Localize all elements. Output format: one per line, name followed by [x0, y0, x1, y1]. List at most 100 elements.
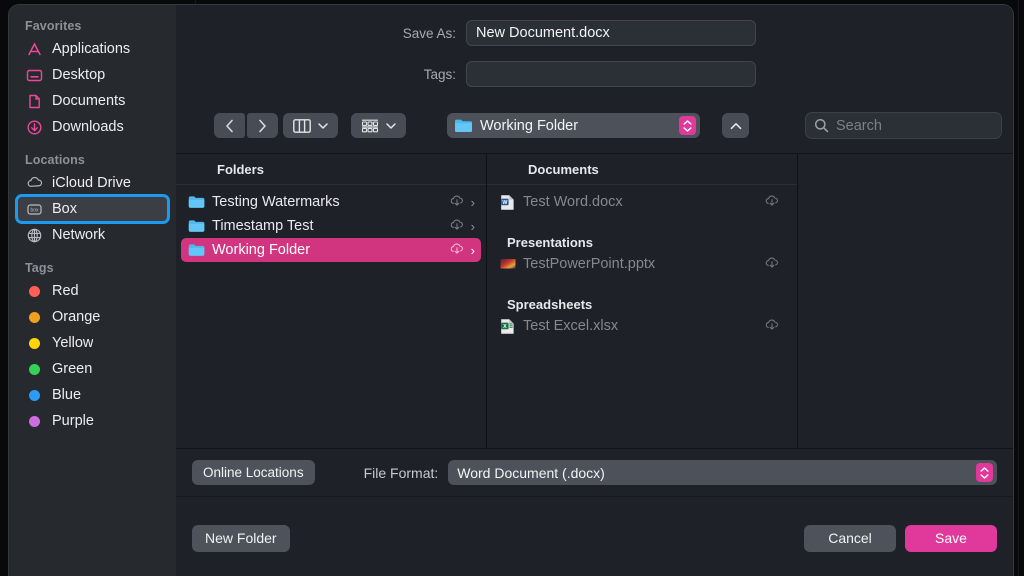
chevron-right-icon[interactable]: › [471, 243, 475, 258]
sidebar-item-label: Yellow [52, 335, 94, 351]
sidebar-item-label: Desktop [52, 67, 106, 83]
search-icon [814, 118, 829, 133]
sidebar-item-box[interactable]: box Box [15, 194, 170, 224]
table-row[interactable]: Timestamp Test › [181, 214, 481, 238]
tags-input[interactable] [466, 61, 756, 87]
sidebar-item-label: Purple [52, 413, 94, 429]
sidebar-item-label: Documents [52, 93, 126, 109]
powerpoint-file-icon [499, 256, 516, 273]
table-row[interactable]: Working Folder › [181, 238, 481, 262]
word-file-icon: W [499, 194, 516, 211]
sidebar-group-title-favorites: Favorites [25, 19, 82, 33]
tag-dot-icon [25, 412, 44, 431]
cloud-download-icon[interactable] [449, 241, 466, 259]
sidebar-item-tag-red[interactable]: Red [17, 278, 168, 304]
file-format-popup[interactable]: Word Document (.docx) [448, 460, 997, 485]
documents-icon [25, 92, 44, 111]
chevron-up-icon [730, 122, 741, 129]
sidebar-item-desktop[interactable]: Desktop [17, 62, 168, 88]
sidebar-item-tag-blue[interactable]: Blue [17, 382, 168, 408]
cloud-download-icon[interactable] [764, 255, 781, 273]
main-panel: Save As: New Document.docx Tags: Working… [176, 5, 1013, 576]
folder-icon [188, 218, 205, 235]
file-name: TestPowerPoint.pptx [523, 256, 656, 272]
path-popup-label: Working Folder [480, 117, 579, 134]
list-item: W Test Word.docx [492, 190, 792, 214]
search-field[interactable]: Search [805, 112, 1002, 139]
sidebar-item-label: Downloads [52, 119, 124, 135]
folder-name: Working Folder [212, 242, 311, 258]
icloud-icon [25, 174, 44, 193]
save-button[interactable]: Save [905, 524, 997, 552]
column-view-icon [293, 118, 311, 133]
column-body-documents: W Test Word.docx Presentations TestPower… [487, 185, 797, 338]
sidebar-item-tag-orange[interactable]: Orange [17, 304, 168, 330]
save-dialog-window: Favorites Applications Desktop Documents [8, 4, 1014, 576]
folder-icon [188, 242, 205, 259]
file-name: Test Word.docx [523, 194, 623, 210]
go-up-button[interactable] [722, 113, 749, 138]
sidebar-item-network[interactable]: Network [17, 222, 168, 248]
online-locations-button[interactable]: Online Locations [192, 460, 315, 485]
sidebar-item-tag-yellow[interactable]: Yellow [17, 330, 168, 356]
backdrop-seam [1018, 0, 1019, 576]
chevron-right-icon[interactable]: › [471, 195, 475, 210]
search-input[interactable]: Search [836, 118, 882, 134]
sidebar-group-title-locations: Locations [25, 153, 85, 167]
sidebar-item-label: Applications [52, 41, 131, 57]
path-popup-button[interactable]: Working Folder [447, 113, 700, 138]
group-header-presentations: Presentations [507, 235, 593, 250]
file-format-stepper-icon[interactable] [976, 463, 993, 482]
sidebar-item-icloud-drive[interactable]: iCloud Drive [17, 170, 168, 196]
list-item: TestPowerPoint.pptx [492, 252, 792, 276]
cloud-download-icon[interactable] [449, 193, 466, 211]
column-documents: Documents W Test Word.docx Presentations… [487, 154, 798, 448]
save-as-input[interactable]: New Document.docx [466, 20, 756, 46]
save-as-row: Save As: New Document.docx [356, 20, 756, 46]
svg-text:W: W [502, 199, 507, 205]
folder-name: Timestamp Test [212, 218, 314, 234]
table-row[interactable]: Testing Watermarks › [181, 190, 481, 214]
view-mode-button[interactable] [283, 113, 338, 138]
chevron-down-icon [318, 122, 328, 129]
file-browser: Folders Testing Watermarks › Timestamp T… [176, 153, 1013, 449]
sidebar-item-tag-purple[interactable]: Purple [17, 408, 168, 434]
cloud-download-icon[interactable] [764, 317, 781, 335]
excel-file-icon: X [499, 318, 516, 335]
sidebar-item-label: Blue [52, 387, 82, 403]
group-by-icon [361, 119, 379, 132]
sidebar-item-documents[interactable]: Documents [17, 88, 168, 114]
forward-button[interactable] [247, 113, 278, 138]
applications-icon [25, 40, 44, 59]
sidebar-item-tag-green[interactable]: Green [17, 356, 168, 382]
tag-dot-icon [25, 386, 44, 405]
tag-dot-icon [25, 360, 44, 379]
list-item: X Test Excel.xlsx [492, 314, 792, 338]
sidebar-group-title-tags: Tags [25, 261, 54, 275]
desktop-icon [25, 66, 44, 85]
sidebar-item-downloads[interactable]: Downloads [17, 114, 168, 140]
tag-dot-icon [25, 334, 44, 353]
column-body-folders: Testing Watermarks › Timestamp Test › Wo… [176, 185, 486, 262]
folder-icon [188, 194, 205, 211]
path-stepper-icon[interactable] [679, 116, 696, 135]
chevron-right-icon[interactable]: › [471, 219, 475, 234]
toolbar: Working Folder Search [176, 102, 1013, 153]
file-name: Test Excel.xlsx [523, 318, 619, 334]
cancel-button[interactable]: Cancel [804, 524, 896, 552]
new-folder-button[interactable]: New Folder [192, 524, 290, 552]
sidebar-item-label: Orange [52, 309, 101, 325]
chevron-left-icon [226, 119, 233, 132]
cloud-download-icon[interactable] [764, 193, 781, 211]
folder-name: Testing Watermarks [212, 194, 340, 210]
svg-text:X: X [503, 323, 507, 329]
back-button[interactable] [214, 113, 245, 138]
sidebar-item-applications[interactable]: Applications [17, 36, 168, 62]
chevron-down-icon [386, 122, 396, 129]
cloud-download-icon[interactable] [449, 217, 466, 235]
screen: Favorites Applications Desktop Documents [0, 0, 1024, 576]
group-by-button[interactable] [351, 113, 406, 138]
